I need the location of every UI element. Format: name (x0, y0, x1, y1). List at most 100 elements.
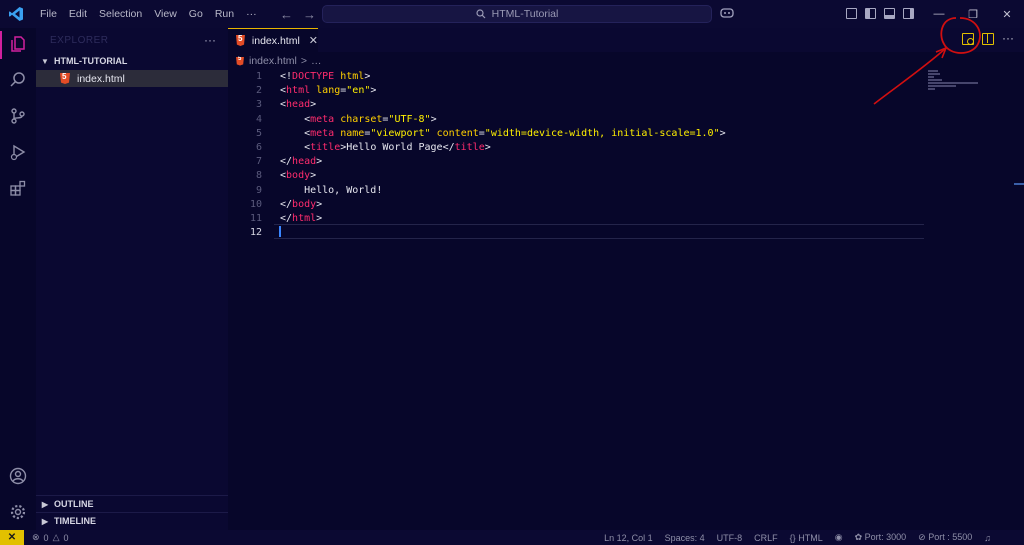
outline-section[interactable]: ▶ OUTLINE (36, 495, 228, 512)
line-endings[interactable]: CRLF (754, 533, 778, 543)
extensions-icon[interactable] (8, 178, 28, 198)
code-editor[interactable]: 1 <!DOCTYPE html> 2 <html lang="en"> 3 <head>… (228, 70, 928, 240)
html5-file-icon (236, 35, 245, 46)
customize-layout-icon[interactable] (846, 8, 857, 19)
code-text: <!DOCTYPE html> (280, 71, 371, 82)
port-5500[interactable]: ⊘ Port : 5500 (918, 532, 972, 543)
chevron-right-icon: ▶ (41, 516, 49, 526)
timeline-section[interactable]: ▶ TIMELINE (36, 512, 228, 529)
code-text: <head> (280, 99, 317, 111)
breadcrumb-symbol[interactable]: … (311, 55, 322, 67)
broadcast-icon: ✿ (854, 532, 863, 542)
warning-icon: △ (52, 532, 60, 542)
settings-gear-icon[interactable] (8, 502, 28, 522)
vscode-logo-icon (9, 7, 23, 21)
line-number: 10 (249, 198, 262, 210)
html5-file-icon (60, 73, 70, 84)
language-label: HTML (798, 532, 823, 543)
line-number: 6 (255, 141, 262, 153)
outline-label: OUTLINE (54, 499, 94, 509)
code-text: <title>Hello World Page</title> (280, 141, 491, 153)
code-line[interactable]: 8 <body> (228, 169, 928, 183)
port-3000-label: Port: 3000 (864, 532, 907, 542)
menu-more[interactable]: ··· (240, 8, 263, 20)
code-text: <html lang="en"> (280, 85, 377, 97)
remote-indicator[interactable]: ✕ (0, 530, 24, 545)
chevron-down-icon: ▼ (41, 56, 49, 66)
explorer-sidebar: EXPLORER ··· ▼ HTML-TUTORIAL index.html … (36, 28, 228, 530)
forward-arrow-icon[interactable]: → (303, 7, 316, 22)
tab-label: index.html (251, 34, 300, 47)
copilot-icon[interactable] (720, 6, 734, 21)
line-number: 12 (249, 227, 262, 239)
breadcrumb-file[interactable]: index.html (249, 55, 297, 67)
language-mode[interactable]: {} HTML (790, 533, 823, 543)
sidebar-more-button[interactable]: ··· (204, 33, 216, 47)
code-line[interactable]: 12 (228, 226, 928, 240)
back-arrow-icon[interactable]: ← (280, 7, 293, 22)
search-icon (476, 9, 486, 19)
line-number: 8 (255, 170, 262, 182)
menu-bar: File Edit Selection View Go Run ··· (34, 8, 263, 20)
code-line[interactable]: 7 </head> (228, 155, 928, 169)
encoding[interactable]: UTF-8 (717, 533, 743, 543)
code-text: </html> (280, 212, 323, 224)
run-debug-icon[interactable] (8, 142, 28, 162)
port-5500-label: Port : 5500 (928, 532, 973, 542)
code-text: <meta charset="UTF-8"> (280, 113, 437, 125)
menu-go[interactable]: Go (183, 8, 209, 20)
warning-count: 0 (63, 532, 69, 543)
sidebar-title: EXPLORER (50, 34, 109, 46)
menu-edit[interactable]: Edit (63, 8, 93, 20)
menu-run[interactable]: Run (209, 8, 240, 20)
port-3000[interactable]: ✿ Port: 3000 (855, 532, 907, 543)
line-number: 7 (255, 156, 262, 168)
tab-index-html[interactable]: index.html ✕ (228, 28, 318, 52)
breadcrumb-separator: > (300, 55, 307, 67)
line-number: 11 (249, 212, 262, 224)
copilot-status-icon[interactable]: ◉ (835, 532, 843, 543)
code-line[interactable]: 10 </body> (228, 198, 928, 212)
source-control-icon[interactable] (8, 106, 28, 126)
menu-selection[interactable]: Selection (93, 8, 148, 20)
explorer-icon[interactable] (8, 34, 28, 54)
file-label: index.html (77, 72, 125, 85)
line-number: 9 (255, 184, 262, 196)
menu-view[interactable]: View (148, 8, 183, 20)
search-icon[interactable] (8, 70, 28, 90)
live-server-icon: ⊘ (918, 532, 926, 542)
error-count: 0 (43, 532, 49, 543)
command-center-search[interactable]: HTML-Tutorial (322, 5, 712, 23)
annotation-overlay (873, 17, 981, 105)
code-text: Hello, World! (280, 184, 383, 196)
code-text: <meta name="viewport" content="width=dev… (280, 127, 726, 139)
code-line[interactable]: 1 <!DOCTYPE html> (228, 70, 928, 84)
html5-file-icon (236, 56, 244, 66)
problems-indicator[interactable]: ⊗ 0 △ 0 (32, 532, 69, 543)
code-line[interactable]: 3 <head> (228, 98, 928, 112)
code-line[interactable]: 9 Hello, World! (228, 184, 928, 198)
cursor-position[interactable]: Ln 12, Col 1 (604, 533, 653, 543)
nav-arrows: ← → (280, 7, 316, 22)
notifications-bell-icon[interactable]: ♫ (984, 533, 991, 543)
account-icon[interactable] (8, 466, 28, 486)
chevron-right-icon: ▶ (41, 499, 49, 509)
code-text: </body> (280, 198, 323, 210)
activity-bar (0, 28, 36, 530)
folder-html-tutorial[interactable]: ▼ HTML-TUTORIAL (36, 52, 228, 70)
tab-close-icon[interactable]: ✕ (309, 34, 318, 47)
code-text: <body> (280, 170, 317, 182)
indentation[interactable]: Spaces: 4 (665, 533, 705, 543)
code-line[interactable]: 2 <html lang="en"> (228, 84, 928, 98)
code-line[interactable]: 4 <meta charset="UTF-8"> (228, 113, 928, 127)
folder-label: HTML-TUTORIAL (54, 56, 128, 66)
file-item-index-html[interactable]: index.html (36, 70, 228, 87)
braces-icon: {} (789, 532, 796, 543)
code-line[interactable]: 5 <meta name="viewport" content="width=d… (228, 127, 928, 141)
scrollbar-marker[interactable] (1014, 183, 1024, 185)
menu-file[interactable]: File (34, 8, 63, 20)
line-number: 1 (255, 71, 262, 82)
command-center-text: HTML-Tutorial (491, 8, 559, 20)
code-line[interactable]: 11 </html> (228, 212, 928, 226)
code-line[interactable]: 6 <title>Hello World Page</title> (228, 141, 928, 155)
